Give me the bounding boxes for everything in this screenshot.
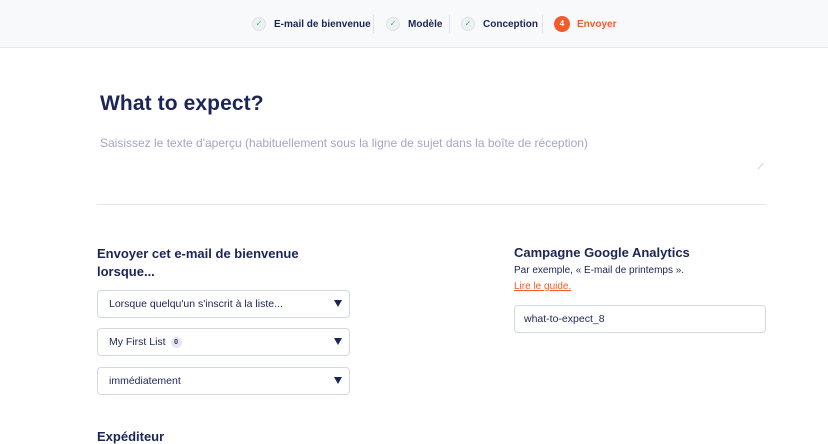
step-number-badge: 4	[554, 16, 570, 32]
step-label: Conception	[483, 18, 538, 30]
caret-down-icon	[334, 338, 342, 345]
analytics-campaign-input[interactable]	[514, 305, 766, 333]
step-send[interactable]: 4 Envoyer	[554, 15, 616, 33]
step-label: E-mail de bienvenue	[274, 18, 371, 30]
step-design[interactable]: ✓ Conception	[461, 15, 538, 33]
check-icon: ✓	[252, 17, 266, 31]
analytics-hint: Par exemple, « E-mail de printemps ».	[514, 265, 685, 276]
step-label: Envoyer	[577, 18, 617, 30]
send-trigger-label: Envoyer cet e-mail de bienvenue lorsque.…	[97, 246, 299, 279]
resize-handle-icon[interactable]: ⟋	[758, 163, 766, 171]
select-value: My First List	[109, 336, 166, 348]
trigger-condition-select[interactable]: Lorsque quelqu'un s'inscrit à la liste..…	[97, 290, 350, 318]
list-select[interactable]: My First List 0	[97, 328, 350, 356]
preview-text-input[interactable]	[98, 134, 768, 174]
select-value: Lorsque quelqu'un s'inscrit à la liste..…	[109, 298, 283, 310]
step-welcome-email[interactable]: ✓ E-mail de bienvenue	[252, 15, 371, 33]
step-divider	[373, 15, 374, 33]
timing-select[interactable]: immédiatement	[97, 367, 350, 395]
caret-down-icon	[334, 377, 342, 384]
step-template[interactable]: ✓ Modèle	[386, 15, 442, 33]
step-label: Modèle	[408, 18, 443, 30]
check-icon: ✓	[461, 17, 475, 31]
section-divider	[97, 204, 766, 205]
step-divider	[449, 15, 450, 33]
wizard-stepper: ✓ E-mail de bienvenue ✓ Modèle ✓ Concept…	[0, 0, 828, 48]
read-guide-link[interactable]: Lire le guide.	[514, 281, 571, 292]
list-count-badge: 0	[170, 336, 182, 348]
step-divider	[542, 15, 543, 33]
check-icon: ✓	[386, 17, 400, 31]
select-value: immédiatement	[109, 375, 181, 387]
analytics-heading: Campagne Google Analytics	[514, 245, 690, 260]
page-title: What to expect?	[100, 92, 264, 115]
caret-down-icon	[334, 300, 342, 307]
